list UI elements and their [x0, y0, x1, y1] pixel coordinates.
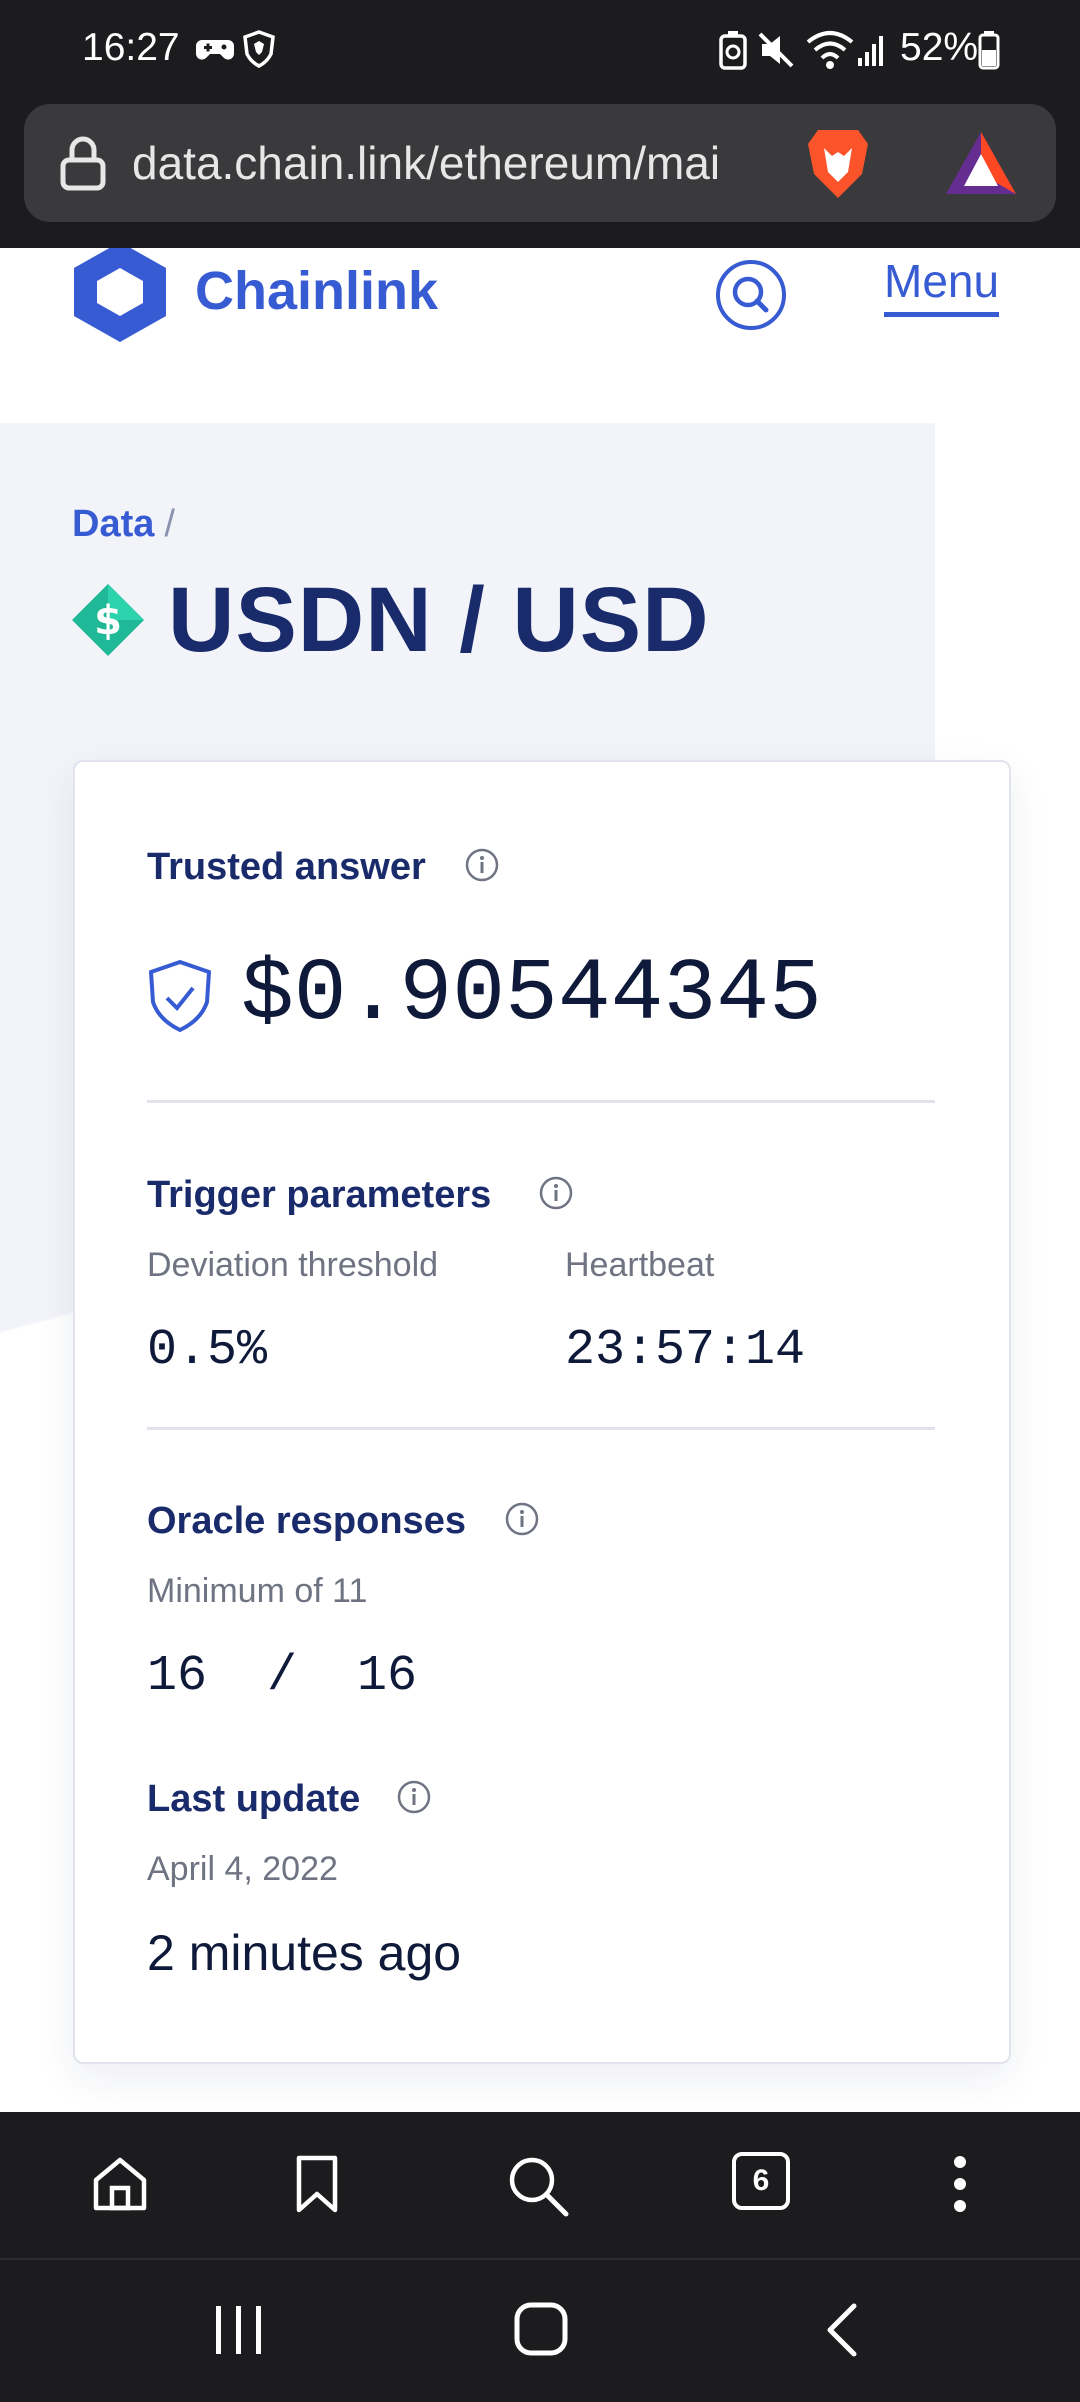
oracle-responses-value: 16 / 16 [147, 1648, 418, 1705]
info-icon[interactable] [539, 1176, 573, 1210]
wifi-icon [806, 31, 854, 69]
oracle-responses-label: Oracle responses [147, 1500, 466, 1542]
bat-rewards-icon[interactable] [944, 130, 1018, 196]
back-icon[interactable] [824, 2302, 860, 2358]
search-icon[interactable] [506, 2154, 570, 2218]
recent-apps-icon[interactable] [212, 2304, 266, 2356]
page-title: USDN / USD [168, 569, 710, 671]
deviation-threshold-value: 0.5% [147, 1322, 268, 1379]
feed-details-card: Trusted answer $0.90544345 Trigger param… [73, 760, 1011, 2064]
lock-icon [60, 136, 106, 191]
breadcrumb-data-link[interactable]: Data [72, 503, 154, 545]
last-update-relative: 2 minutes ago [147, 1925, 462, 1981]
bookmark-icon[interactable] [294, 2154, 340, 2214]
oracle-minimum-label: Minimum of 11 [147, 1572, 368, 1610]
status-bar: 16:27 52% [0, 0, 1080, 104]
usdn-coin-icon: $ [72, 584, 144, 656]
game-controller-icon [196, 40, 234, 60]
info-icon[interactable] [465, 848, 499, 882]
battery-saver-icon [719, 31, 747, 70]
info-icon[interactable] [397, 1780, 431, 1814]
chainlink-logo-icon[interactable] [70, 248, 170, 346]
search-icon[interactable] [714, 258, 788, 332]
url-text[interactable]: data.chain.link/ethereum/mai [132, 136, 797, 190]
divider [147, 1427, 935, 1430]
brand-name[interactable]: Chainlink [195, 260, 438, 322]
breadcrumb: Data / [72, 503, 175, 546]
trusted-answer-label: Trusted answer [147, 846, 426, 888]
web-page: Chainlink Menu Data / $ USDN / USD Truste… [0, 248, 1080, 2110]
breadcrumb-separator: / [164, 503, 175, 545]
menu-button[interactable]: Menu [884, 254, 1000, 317]
divider [147, 1100, 935, 1103]
svg-text:$: $ [94, 598, 122, 644]
battery-percent: 52% [900, 26, 979, 69]
brave-lion-icon[interactable] [804, 124, 872, 202]
home-icon[interactable] [90, 2154, 150, 2214]
verified-shield-icon [148, 959, 212, 1033]
heartbeat-label: Heartbeat [565, 1246, 715, 1284]
address-bar[interactable]: data.chain.link/ethereum/mai [24, 104, 1056, 222]
battery-icon [978, 31, 1000, 70]
home-nav-icon[interactable] [512, 2300, 570, 2358]
last-update-date: April 4, 2022 [147, 1850, 338, 1888]
last-update-label: Last update [147, 1778, 361, 1820]
system-navigation-bar [0, 2258, 1080, 2402]
heartbeat-value: 23:57:14 [565, 1322, 806, 1379]
brave-shield-icon [243, 30, 275, 68]
info-icon[interactable] [505, 1502, 539, 1536]
browser-bottom-bar: 6 [0, 2112, 1080, 2258]
tabs-button[interactable]: 6 [732, 2152, 790, 2210]
trigger-parameters-label: Trigger parameters [147, 1174, 492, 1216]
tab-count: 6 [752, 2164, 770, 2197]
browser-toolbar: data.chain.link/ethereum/mai [0, 104, 1080, 248]
more-options-icon[interactable] [948, 2154, 972, 2214]
mute-icon [758, 32, 794, 68]
signal-icon [858, 36, 883, 66]
status-time: 16:27 [82, 26, 180, 69]
trusted-answer-value: $0.90544345 [241, 946, 822, 1045]
deviation-threshold-label: Deviation threshold [147, 1246, 439, 1284]
